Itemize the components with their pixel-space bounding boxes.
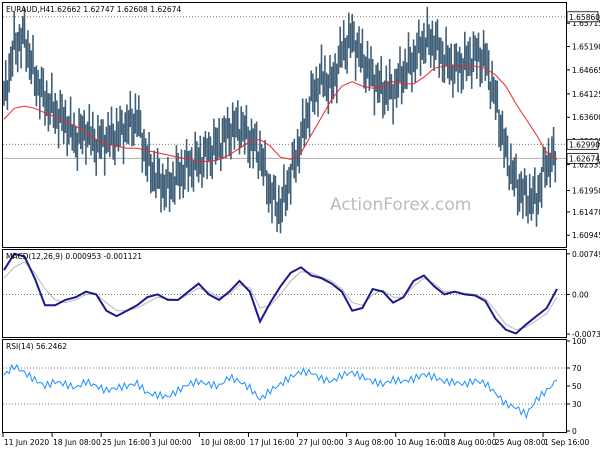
time-tick-label: 17 Jul 16:00 bbox=[249, 438, 294, 447]
time-tick-label: 18 Jun 08:00 bbox=[53, 438, 101, 447]
current-price-label: 1.62674 bbox=[569, 154, 600, 163]
time-tick-label: 11 Jun 2020 bbox=[4, 438, 49, 447]
watermark: ActionForex.com bbox=[330, 195, 471, 215]
ohlc-values: 1.62662 1.62747 1.62608 1.62674 bbox=[50, 5, 181, 14]
macd-tick-label: 0.00 bbox=[572, 290, 589, 299]
rsi-line bbox=[3, 363, 558, 420]
time-tick-label: 25 Aug 08:00 bbox=[495, 438, 546, 447]
moving-average-line bbox=[3, 65, 558, 163]
resistance-price-label: 1.65860 bbox=[569, 13, 600, 22]
rsi-label: RSI(14) 56.2462 bbox=[6, 342, 67, 351]
price-tick-label: 1.61470 bbox=[572, 208, 600, 217]
rsi-tick-label: 30 bbox=[572, 400, 582, 409]
macd-panel: MACD(12,26,9) 0.000953 -0.001121 0.00749… bbox=[2, 249, 600, 339]
time-tick-label: 27 Jul 00:00 bbox=[299, 438, 344, 447]
time-axis: 11 Jun 2020 18 Jun 08:00 25 Jun 16:00 3 Jul… bbox=[2, 433, 590, 447]
time-tick-label: 18 Aug 00:00 bbox=[446, 438, 497, 447]
rsi-tick-label: 50 bbox=[572, 382, 582, 391]
price-tick-label: 1.61950 bbox=[572, 187, 600, 196]
forex-chart: 1.657151.651901.646651.641251.636001.630… bbox=[2, 2, 600, 447]
time-tick-label: 3 Aug 08:00 bbox=[348, 438, 394, 447]
time-tick-label: 10 Jul 08:00 bbox=[200, 438, 245, 447]
rsi-panel-frame bbox=[2, 339, 567, 433]
price-tick-label: 1.64125 bbox=[572, 90, 600, 99]
rsi-tick-label: 70 bbox=[572, 364, 582, 373]
price-panel: 1.657151.651901.646651.641251.636001.630… bbox=[2, 2, 600, 248]
price-tick-label: 1.64665 bbox=[572, 66, 600, 75]
macd-panel-frame bbox=[2, 249, 567, 338]
rsi-tick-label: 100 bbox=[572, 337, 587, 346]
rsi-tick-label: 0 bbox=[572, 427, 577, 436]
macd-label: MACD(12,26,9) 0.000953 -0.001121 bbox=[6, 252, 142, 261]
macd-tick-label: 0.007497 bbox=[572, 250, 600, 259]
time-tick-label: 3 Jul 00:00 bbox=[151, 438, 191, 447]
support-price-label: 1.62990 bbox=[569, 140, 600, 149]
rsi-panel: RSI(14) 56.2462 100 70 50 30 0 bbox=[2, 337, 587, 436]
price-tick-label: 1.63600 bbox=[572, 113, 600, 122]
price-tick-label: 1.65190 bbox=[572, 43, 600, 52]
time-tick-label: 25 Jun 16:00 bbox=[102, 438, 150, 447]
symbol-label: EURAUD,H4 bbox=[6, 5, 51, 14]
time-tick-label: 10 Aug 16:00 bbox=[397, 438, 448, 447]
time-tick-label: 1 Sep 16:00 bbox=[544, 438, 590, 447]
price-tick-label: 1.60945 bbox=[572, 231, 600, 240]
